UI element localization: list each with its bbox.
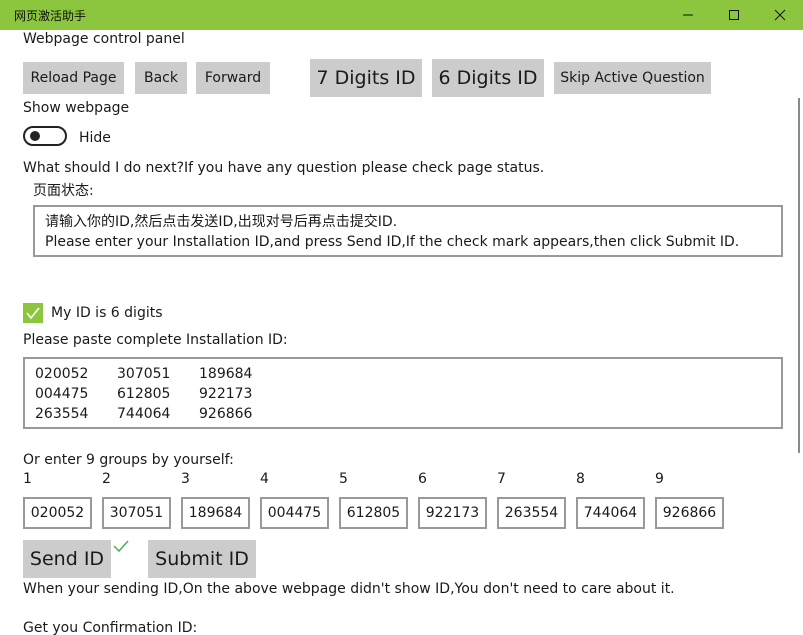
confirmation-id-label: Get you Confirmation ID: (23, 620, 198, 635)
group-number-6: 6 (418, 471, 427, 487)
group-input-3[interactable]: 189684 (181, 497, 250, 529)
sent-checkmark-icon (112, 539, 130, 557)
close-icon (774, 9, 786, 21)
group-input-9[interactable]: 926866 (655, 497, 724, 529)
group-input-6[interactable]: 922173 (418, 497, 487, 529)
minimize-button[interactable] (665, 0, 711, 30)
installation-id-input[interactable]: 020052 307051 189684 004475 612805 92217… (23, 357, 783, 429)
status-line-english: Please enter your Installation ID,and pr… (45, 234, 740, 250)
group-number-4: 4 (260, 471, 269, 487)
window-title: 网页激活助手 (14, 9, 87, 23)
send-id-button[interactable]: Send ID (23, 540, 111, 578)
id-cell: 004475 (35, 386, 89, 402)
next-step-prompt: What should I do next?If you have any qu… (23, 160, 545, 176)
vertical-scrollbar[interactable] (798, 98, 800, 453)
page-status-heading: 页面状态: (33, 183, 94, 199)
toggle-knob (30, 131, 40, 141)
page-status-box[interactable]: 请输入你的ID,然后点击发送ID,出现对号后再点击提交ID. Please en… (33, 205, 783, 257)
groups-label: Or enter 9 groups by yourself: (23, 452, 234, 468)
reload-page-button[interactable]: Reload Page (23, 62, 124, 94)
group-input-1[interactable]: 020052 (23, 497, 92, 529)
group-number-9: 9 (655, 471, 664, 487)
show-webpage-toggle[interactable] (23, 126, 67, 146)
id-cell: 020052 (35, 366, 89, 382)
group-input-2[interactable]: 307051 (102, 497, 171, 529)
id-cell: 307051 (117, 366, 171, 382)
forward-button[interactable]: Forward (196, 62, 270, 94)
group-number-3: 3 (181, 471, 190, 487)
minimize-icon (683, 14, 693, 16)
six-digits-checkbox[interactable] (23, 303, 43, 323)
installation-id-label: Please paste complete Installation ID: (23, 332, 288, 348)
checkmark-icon (26, 307, 40, 320)
group-input-7[interactable]: 263554 (497, 497, 566, 529)
id-cell: 189684 (199, 366, 253, 382)
id-row: 004475 612805 922173 (35, 384, 771, 404)
id-cell: 612805 (117, 386, 171, 402)
submit-id-button[interactable]: Submit ID (148, 540, 256, 578)
back-button[interactable]: Back (135, 62, 187, 94)
maximize-icon (729, 10, 739, 20)
toggle-state-label: Hide (79, 130, 111, 146)
control-panel-heading: Webpage control panel (23, 31, 185, 47)
skip-active-question-button[interactable]: Skip Active Question (554, 62, 711, 94)
id-cell: 263554 (35, 406, 89, 422)
group-number-1: 1 (23, 471, 32, 487)
group-number-2: 2 (102, 471, 111, 487)
id-row: 020052 307051 189684 (35, 364, 771, 384)
id-row: 263554 744064 926866 (35, 404, 771, 424)
title-bar: 网页激活助手 (0, 0, 803, 30)
group-number-7: 7 (497, 471, 506, 487)
six-digits-label: My ID is 6 digits (51, 305, 163, 321)
group-input-5[interactable]: 612805 (339, 497, 408, 529)
group-number-5: 5 (339, 471, 348, 487)
id-cell: 926866 (199, 406, 253, 422)
seven-digits-id-button[interactable]: 7 Digits ID (310, 59, 422, 97)
group-input-4[interactable]: 004475 (260, 497, 329, 529)
show-webpage-heading: Show webpage (23, 100, 130, 116)
status-line-chinese: 请输入你的ID,然后点击发送ID,出现对号后再点击提交ID. (45, 214, 398, 230)
maximize-button[interactable] (711, 0, 757, 30)
group-number-8: 8 (576, 471, 585, 487)
close-button[interactable] (757, 0, 803, 30)
id-cell: 744064 (117, 406, 171, 422)
sending-note: When your sending ID,On the above webpag… (23, 581, 675, 597)
id-cell: 922173 (199, 386, 253, 402)
group-input-8[interactable]: 744064 (576, 497, 645, 529)
six-digits-id-button[interactable]: 6 Digits ID (432, 59, 544, 97)
